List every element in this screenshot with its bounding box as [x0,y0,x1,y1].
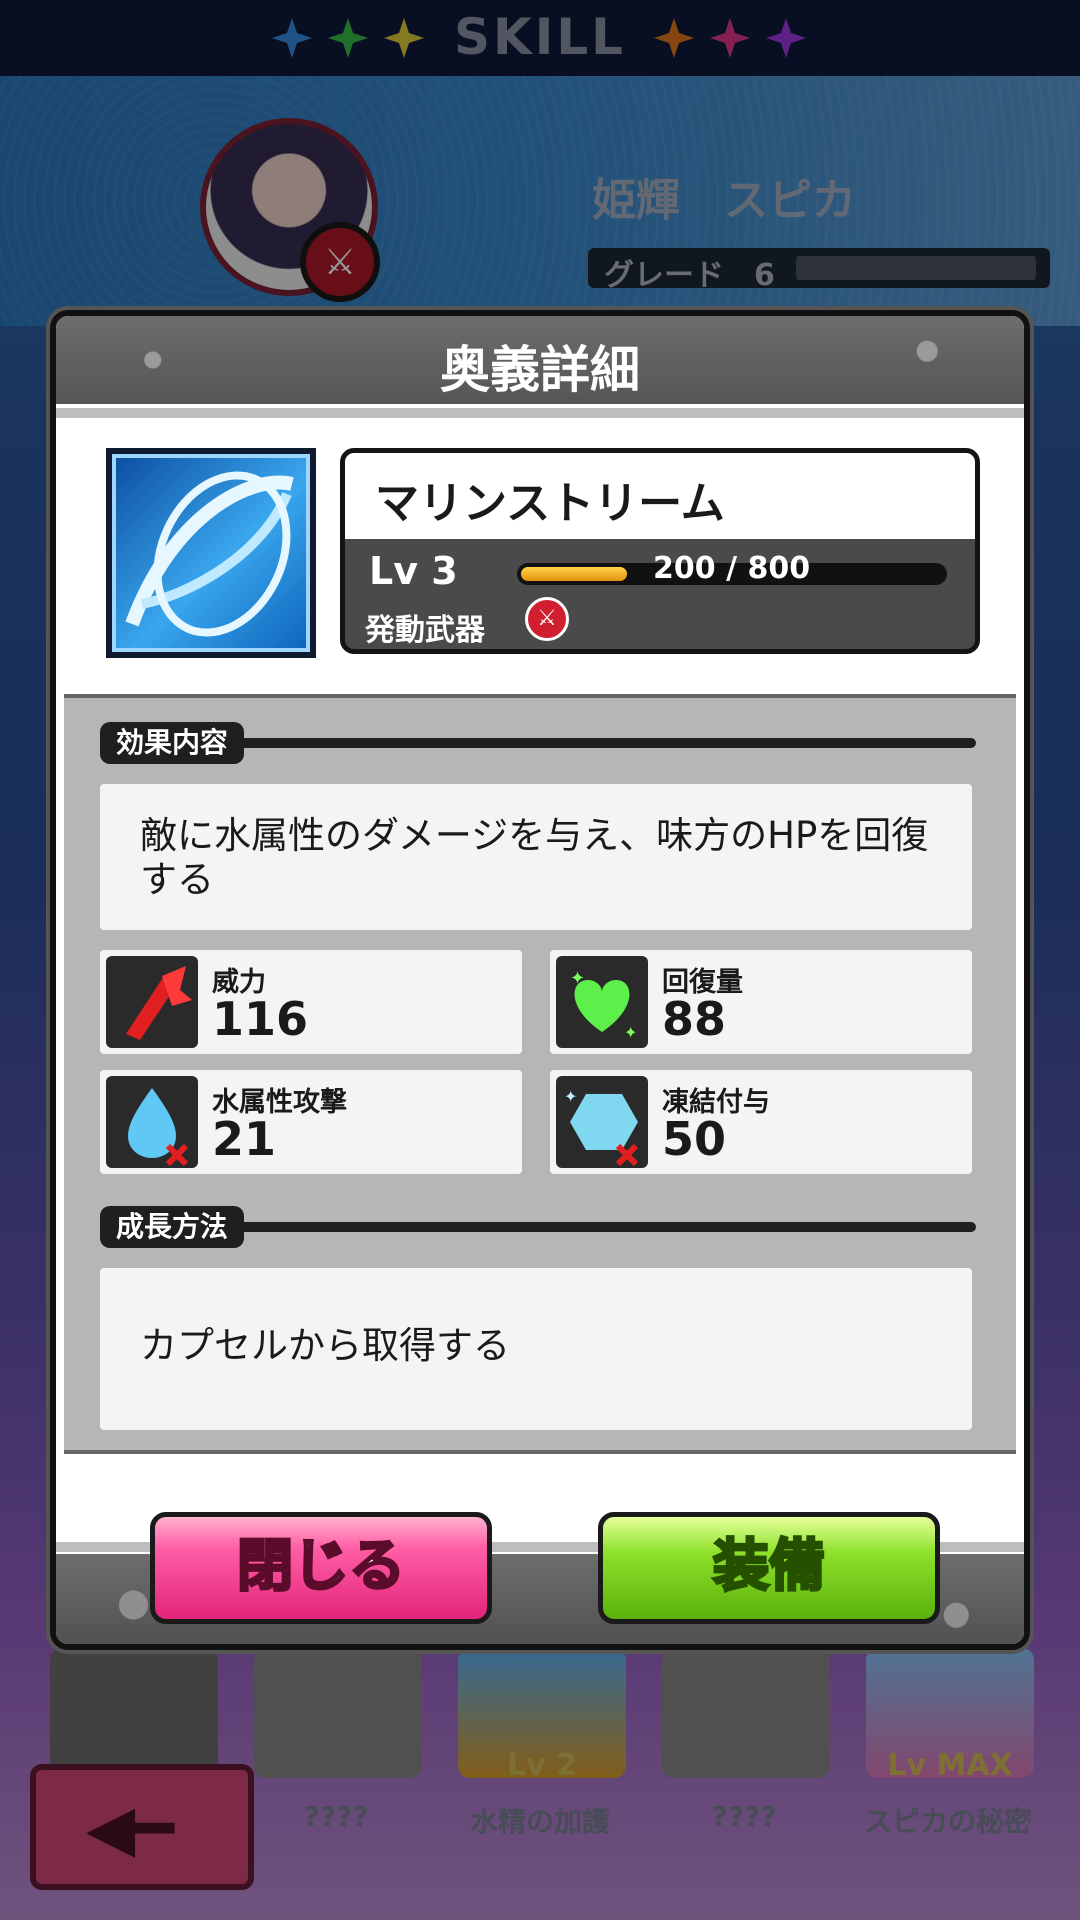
stat-value: 21 [212,1112,277,1166]
section-divider [224,1222,976,1232]
growth-description: カプセルから取得する [140,1324,510,1367]
xp-text: 200 / 800 [653,551,811,586]
skill-detail-modal: 奥義詳細 マリンストリーム Lv 3 200 / 800 発動武器 ⚔ 効果内容… [50,310,1030,1650]
growth-description-box: カプセルから取得する [100,1268,972,1430]
power-icon [106,956,198,1048]
back-button[interactable]: ◀━ [30,1764,254,1890]
marine-stream-skill-icon [106,448,316,658]
stat-freeze: ✦ 凍結付与 50 [550,1070,972,1174]
content-panel: 効果内容 敵に水属性のダメージを与え、味方のHPを回復する 威力 116 ✦ ✦ … [64,694,1016,1454]
skill-name: マリンストリーム [375,478,725,529]
skill-info-card: マリンストリーム Lv 3 200 / 800 発動武器 ⚔ [340,448,980,654]
svg-text:✦: ✦ [564,1087,577,1106]
close-button[interactable]: 閉じる [150,1512,492,1624]
stat-power: 威力 116 [100,950,522,1054]
water-drop-icon [106,1076,198,1168]
stat-water-attack: 水属性攻撃 21 [100,1070,522,1174]
growth-section-tab: 成長方法 [100,1206,245,1248]
stat-value: 50 [662,1112,727,1166]
weapon-label: 発動武器 [365,613,485,648]
stat-value: 88 [662,992,727,1046]
skill-name-box: マリンストリーム [345,453,975,539]
svg-text:✦: ✦ [624,1023,637,1042]
heal-heart-icon: ✦ ✦ [556,956,648,1048]
equip-button[interactable]: 装備 [598,1512,940,1624]
back-arrow-icon: ◀━ [86,1792,174,1866]
modal-title: 奥義詳細 [440,341,640,399]
effect-description-box: 敵に水属性のダメージを与え、味方のHPを回復する [100,784,972,930]
skill-level: Lv 3 [369,549,458,593]
sword-icon: ⚔ [525,597,569,641]
xp-progress-fill [521,567,627,581]
effect-section-tab: 効果内容 [100,722,245,764]
effect-description: 敵に水属性のダメージを与え、味方のHPを回復する [140,814,929,901]
header-divider [56,408,1024,418]
svg-text:✦: ✦ [570,968,585,989]
stat-heal: ✦ ✦ 回復量 88 [550,950,972,1054]
modal-header: 奥義詳細 [56,316,1024,404]
section-divider [224,738,976,748]
freeze-crystal-icon: ✦ [556,1076,648,1168]
stat-value: 116 [212,992,309,1046]
